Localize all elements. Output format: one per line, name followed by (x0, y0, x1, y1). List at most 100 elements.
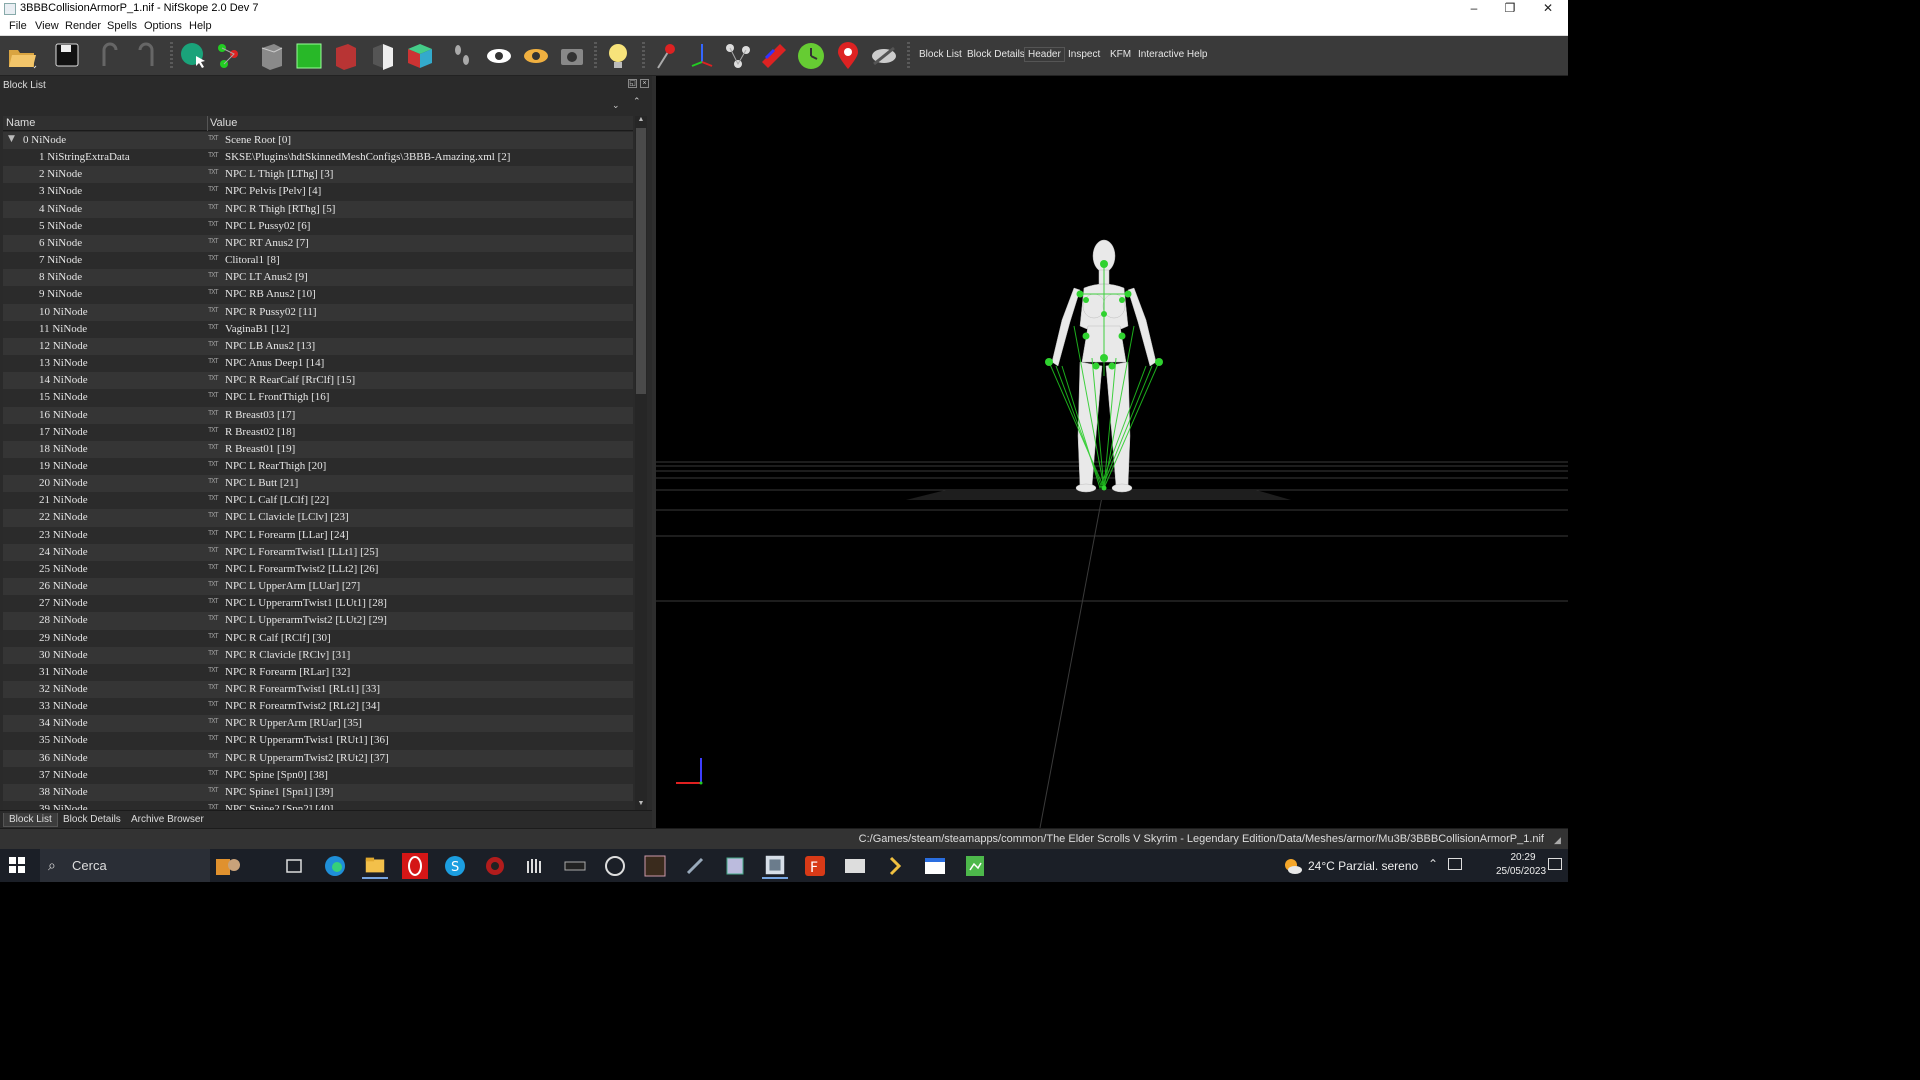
opera-icon[interactable] (402, 853, 428, 879)
weather-icon[interactable] (1282, 856, 1302, 876)
app-icon[interactable] (482, 853, 508, 879)
tree-row[interactable]: 8 NiNode TXT NPC LT Anus2 [9] (3, 269, 633, 287)
tree-row[interactable]: 26 NiNode TXT NPC L UpperArm [LUar] [27] (3, 578, 633, 596)
file-explorer-icon[interactable] (362, 853, 388, 879)
notification-icon[interactable] (1548, 858, 1562, 870)
scrollbar-thumb[interactable] (636, 128, 646, 394)
toolbar-tab-interactive-help[interactable]: Interactive Help (1138, 49, 1207, 60)
tree-row[interactable]: 6 NiNode TXT NPC RT Anus2 [7] (3, 234, 633, 253)
tree-row[interactable]: 28 NiNode TXT NPC L UpperarmTwist2 [LUt2] … (3, 612, 633, 630)
ruler-icon[interactable] (758, 40, 790, 72)
column-header-name[interactable]: Name (6, 117, 35, 129)
eye-off-icon[interactable] (868, 40, 900, 72)
tree-row[interactable]: 24 NiNode TXT NPC L ForearmTwist1 [LLt1] [… (3, 543, 633, 561)
toolbar-tab-block-details[interactable]: Block Details (967, 49, 1025, 60)
column-header-value[interactable]: Value (210, 117, 237, 129)
cube-red-icon[interactable] (330, 40, 362, 72)
tray-overflow-icon[interactable]: ⌃ (1428, 857, 1438, 871)
app-icon[interactable]: F (802, 853, 828, 879)
undo-icon[interactable] (94, 40, 126, 72)
toolbar-tab-kfm[interactable]: KFM (1110, 49, 1131, 60)
tree-row[interactable]: 29 NiNode TXT NPC R Calf [RClf] [30] (3, 629, 633, 647)
resize-grip-icon[interactable]: ◢ (1554, 835, 1564, 845)
marker-icon[interactable] (832, 40, 864, 72)
menu-render[interactable]: Render (65, 20, 101, 32)
tree-row[interactable]: 34 NiNode TXT NPC R UpperArm [RUar] [35] (3, 715, 633, 733)
tree-row[interactable]: 19 NiNode TXT NPC L RearThigh [20] (3, 457, 633, 476)
eye-icon[interactable] (483, 40, 515, 72)
app-icon[interactable] (882, 853, 908, 879)
toolbar-tab-header[interactable]: Header (1024, 47, 1065, 62)
bones-icon[interactable] (722, 40, 754, 72)
tree-row[interactable]: 27 NiNode TXT NPC L UpperarmTwist1 [LUt1] … (3, 595, 633, 613)
light-bulb-icon[interactable] (602, 40, 634, 72)
vertical-scrollbar[interactable]: ▲ ▼ (635, 116, 647, 810)
expand-arrow-icon[interactable]: ▼ (8, 134, 15, 144)
app-icon[interactable] (922, 853, 948, 879)
tab-archive-browser[interactable]: Archive Browser (126, 813, 209, 826)
scroll-up-icon[interactable]: ▲ (636, 116, 646, 126)
footprints-icon[interactable] (446, 40, 478, 72)
chevron-down-icon[interactable]: ⌄ (612, 100, 620, 111)
toolbar-tab-inspect[interactable]: Inspect (1068, 49, 1100, 60)
tree-row[interactable]: 10 NiNode TXT NPC R Pussy02 [11] (3, 303, 633, 321)
eye-hide-icon[interactable] (520, 40, 552, 72)
sphere-cursor-icon[interactable] (178, 40, 210, 72)
tree-row[interactable]: 30 NiNode TXT NPC R Clavicle [RClv] [31] (3, 646, 633, 664)
tree-row[interactable]: 33 NiNode TXT NPC R ForearmTwist2 [RLt2] [… (3, 698, 633, 716)
tree-row[interactable]: 39 NiNode TXT NPC Spine2 [Spn2] [40] (3, 801, 633, 810)
windows-start-icon[interactable] (9, 857, 25, 873)
app-icon[interactable] (642, 853, 668, 879)
pin-icon[interactable] (650, 40, 682, 72)
tree-row[interactable]: 5 NiNode TXT NPC L Pussy02 [6] (3, 217, 633, 235)
node-tree-icon[interactable] (214, 40, 246, 72)
close-icon[interactable]: × (640, 79, 649, 88)
menu-view[interactable]: View (35, 20, 59, 32)
network-icon[interactable] (1448, 858, 1462, 870)
app-icon[interactable] (522, 853, 548, 879)
tree-row[interactable]: 9 NiNode TXT NPC RB Anus2 [10] (3, 286, 633, 304)
folder-open-icon[interactable] (6, 40, 38, 72)
tree-row[interactable]: 32 NiNode TXT NPC R ForearmTwist1 [RLt1] [… (3, 681, 633, 699)
tree-row[interactable]: 25 NiNode TXT NPC L ForearmTwist2 [LLt2] [… (3, 560, 633, 579)
tree-row[interactable]: 20 NiNode TXT NPC L Butt [21] (3, 475, 633, 493)
cube-green-icon[interactable] (293, 40, 325, 72)
half-cube-icon[interactable] (367, 40, 399, 72)
tree-row[interactable]: 22 NiNode TXT NPC L Clavicle [LClv] [23] (3, 509, 633, 527)
taskbar-search[interactable]: ⌕ Cerca (40, 849, 210, 882)
float-icon[interactable]: ◱ (628, 79, 637, 88)
app-icon[interactable] (722, 853, 748, 879)
menu-help[interactable]: Help (189, 20, 212, 32)
save-icon[interactable] (52, 40, 84, 72)
app-icon[interactable] (214, 853, 240, 879)
color-cube-icon[interactable] (404, 40, 436, 72)
tree-row[interactable]: 2 NiNode TXT NPC L Thigh [LThg] [3] (3, 166, 633, 184)
tree-row[interactable]: 15 NiNode TXT NPC L FrontThigh [16] (3, 389, 633, 407)
redo-icon[interactable] (130, 40, 162, 72)
edge-icon[interactable] (322, 853, 348, 879)
menu-options[interactable]: Options (144, 20, 182, 32)
tree-row[interactable]: 35 NiNode TXT NPC R UpperarmTwist1 [RUt1] … (3, 732, 633, 750)
chevron-up-icon[interactable]: ⌃ (633, 96, 641, 107)
tree-row[interactable]: 38 NiNode TXT NPC Spine1 [Spn1] [39] (3, 783, 633, 802)
tree-row[interactable]: 14 NiNode TXT NPC R RearCalf [RrClf] [15] (3, 372, 633, 390)
close-button[interactable]: ✕ (1530, 0, 1566, 18)
render-viewport[interactable] (656, 76, 1568, 828)
column-divider[interactable] (207, 116, 208, 131)
minimize-button[interactable]: – (1456, 0, 1492, 18)
tree-row[interactable]: 31 NiNode TXT NPC R Forearm [RLar] [32] (3, 663, 633, 681)
tree-row[interactable]: 13 NiNode TXT NPC Anus Deep1 [14] (3, 355, 633, 373)
app-icon[interactable] (842, 853, 868, 879)
app-icon[interactable] (682, 853, 708, 879)
task-view-icon[interactable] (281, 853, 307, 879)
scroll-down-icon[interactable]: ▼ (636, 800, 646, 810)
weather-text[interactable]: 24°C Parzial. sereno (1308, 859, 1418, 873)
tree-row[interactable]: 18 NiNode TXT R Breast01 [19] (3, 440, 633, 458)
tree-row[interactable]: 16 NiNode TXT R Breast03 [17] (3, 406, 633, 424)
menu-spells[interactable]: Spells (107, 20, 137, 32)
tree-row[interactable]: ▼ 0 NiNode TXT Scene Root [0] (3, 132, 633, 150)
skype-icon[interactable]: S (442, 853, 468, 879)
tree-row[interactable]: 37 NiNode TXT NPC Spine [Spn0] [38] (3, 766, 633, 784)
tab-block-list[interactable]: Block List (3, 813, 58, 827)
cube-gray-icon[interactable] (256, 40, 288, 72)
